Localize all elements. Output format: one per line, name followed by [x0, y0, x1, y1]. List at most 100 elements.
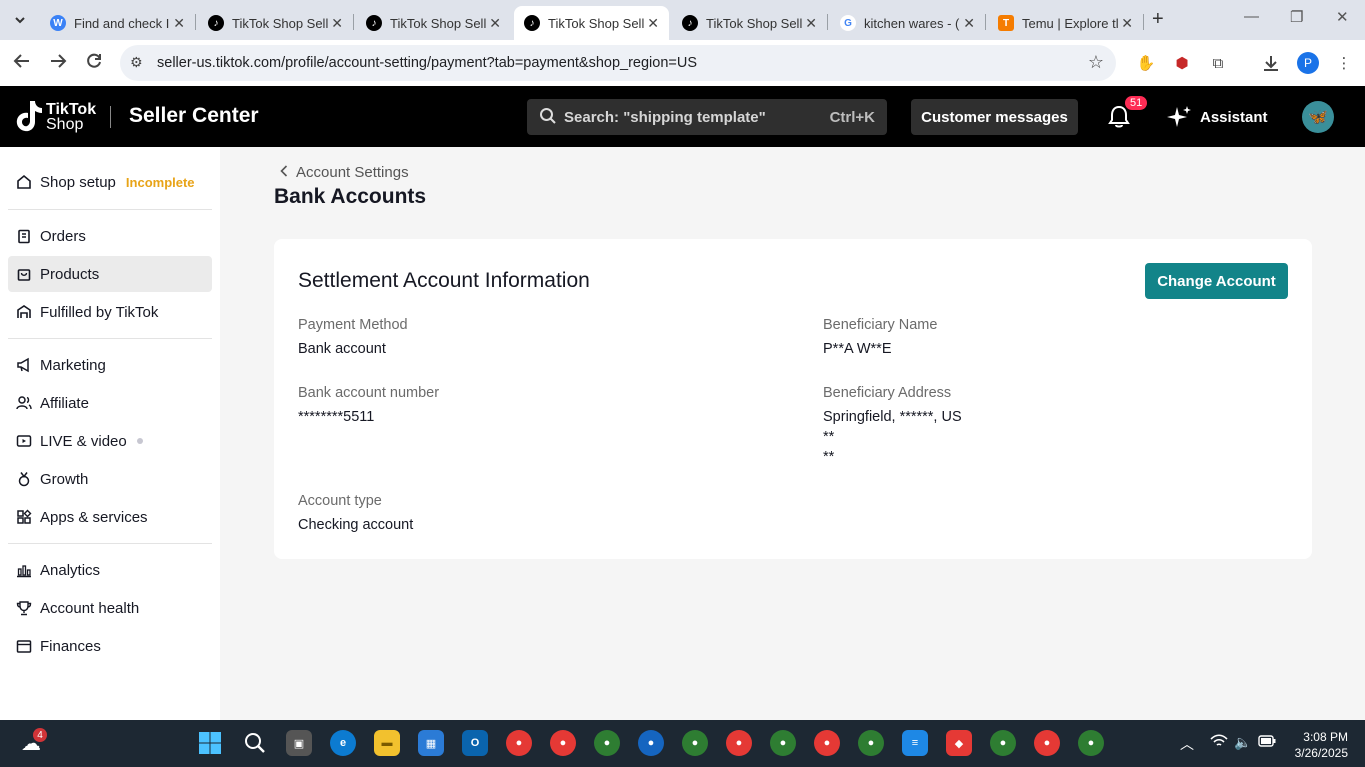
beneficiary-address-line-1: Springfield, ******, US: [823, 409, 962, 425]
assistant-button[interactable]: Assistant: [1200, 109, 1268, 126]
close-icon[interactable]: ✕: [647, 15, 659, 32]
address-bar[interactable]: ⚙ seller-us.tiktok.com/profile/account-s…: [120, 45, 1116, 81]
browser-menu-icon[interactable]: ⋮: [1333, 52, 1355, 74]
chrome-profile-icon[interactable]: ●: [1078, 730, 1104, 756]
site-info-icon[interactable]: ⚙: [130, 54, 143, 71]
sidebar-item-affiliate[interactable]: Affiliate: [8, 385, 212, 421]
restore-icon[interactable]: ❐: [1290, 8, 1303, 26]
tiktok-logo-icon[interactable]: [15, 99, 43, 133]
account-type-label: Account type: [298, 493, 382, 509]
windows-start-icon[interactable]: [197, 730, 223, 756]
browser-tab[interactable]: ♪ TikTok Shop Sell ✕: [672, 6, 827, 40]
browser-tab[interactable]: W Find and check I ✕: [40, 6, 195, 40]
chrome-icon[interactable]: ●: [550, 730, 576, 756]
tab-title: kitchen wares - (: [864, 15, 960, 31]
chrome-icon[interactable]: ●: [594, 730, 620, 756]
microsoft-store-icon[interactable]: ▦: [418, 730, 444, 756]
beneficiary-name-value: P**A W**E: [823, 341, 892, 357]
extensions-puzzle-icon[interactable]: ⧉: [1207, 52, 1229, 74]
extension-icon[interactable]: ⬢: [1171, 52, 1193, 74]
sidebar: Shop setup Incomplete Orders Products Fu…: [0, 147, 220, 720]
chrome-icon[interactable]: ●: [638, 730, 664, 756]
customer-messages-button[interactable]: Customer messages: [911, 99, 1078, 135]
sidebar-item-apps-services[interactable]: Apps & services: [8, 499, 212, 535]
window-close-icon[interactable]: ✕: [1336, 8, 1349, 26]
close-icon[interactable]: ✕: [963, 15, 975, 32]
file-explorer-icon[interactable]: ▬: [374, 730, 400, 756]
global-search-input[interactable]: Search: "shipping template" Ctrl+K: [527, 99, 887, 135]
new-tab-plus-icon[interactable]: +: [1152, 8, 1164, 31]
minimize-icon[interactable]: —: [1244, 8, 1259, 25]
close-icon[interactable]: ✕: [489, 15, 501, 32]
browser-toolbar: ⚙ seller-us.tiktok.com/profile/account-s…: [0, 40, 1365, 86]
system-clock[interactable]: 3:08 PM 3/26/2025: [1290, 729, 1348, 761]
sidebar-item-analytics[interactable]: Analytics: [8, 552, 212, 588]
close-icon[interactable]: ✕: [173, 15, 185, 32]
search-shortcut: Ctrl+K: [829, 109, 875, 126]
outlook-icon[interactable]: O: [462, 730, 488, 756]
close-icon[interactable]: ✕: [805, 15, 817, 32]
bank-account-number-value: ********5511: [298, 409, 375, 425]
bookmark-star-icon[interactable]: ☆: [1088, 52, 1104, 73]
chrome-profile-icon[interactable]: ●: [1034, 730, 1060, 756]
card-title: Settlement Account Information: [298, 269, 590, 292]
chrome-icon[interactable]: ●: [814, 730, 840, 756]
chrome-icon[interactable]: ●: [770, 730, 796, 756]
sidebar-item-orders[interactable]: Orders: [8, 218, 212, 254]
chevron-down-icon: [15, 17, 25, 24]
browser-profile-avatar[interactable]: P: [1297, 52, 1319, 74]
browser-tab[interactable]: G kitchen wares - ( ✕: [830, 6, 985, 40]
url-text: seller-us.tiktok.com/profile/account-set…: [157, 55, 698, 71]
extension-hand-icon[interactable]: ✋: [1135, 52, 1157, 74]
browser-tab[interactable]: T Temu | Explore tl ✕: [988, 6, 1143, 40]
task-view-icon[interactable]: ▣: [286, 730, 312, 756]
notepad-icon[interactable]: ≡: [902, 730, 928, 756]
change-account-button[interactable]: Change Account: [1145, 263, 1288, 299]
chrome-icon[interactable]: ●: [726, 730, 752, 756]
page-title: Bank Accounts: [274, 185, 427, 208]
chrome-icon[interactable]: ●: [858, 730, 884, 756]
sidebar-item-marketing[interactable]: Marketing: [8, 347, 212, 383]
tiktok-logo-icon: ♪: [366, 15, 382, 31]
tab-search-button[interactable]: [8, 8, 32, 32]
tiktok-logo-icon: ♪: [208, 15, 224, 31]
browser-tab-active[interactable]: ♪ TikTok Shop Sell ✕: [514, 6, 669, 40]
close-icon[interactable]: ✕: [331, 15, 343, 32]
app-icon[interactable]: ◆: [946, 730, 972, 756]
sidebar-item-label: Account health: [40, 599, 140, 617]
chrome-profile-icon[interactable]: ●: [990, 730, 1016, 756]
download-icon[interactable]: [1260, 52, 1282, 74]
search-placeholder: Search: "shipping template": [564, 109, 766, 126]
sidebar-item-fulfilled-by-tiktok[interactable]: Fulfilled by TikTok: [8, 294, 212, 330]
forward-arrow-icon[interactable]: [49, 52, 67, 75]
tiktok-shop-logo-text[interactable]: TikTok Shop: [46, 102, 96, 133]
weather-badge: 4: [33, 728, 47, 742]
breadcrumb[interactable]: Account Settings: [280, 164, 409, 181]
avatar[interactable]: 🦋: [1302, 101, 1334, 133]
sidebar-item-shop-setup[interactable]: Shop setup Incomplete: [8, 164, 212, 200]
sparkle-icon[interactable]: [1166, 104, 1192, 130]
chrome-icon[interactable]: ●: [682, 730, 708, 756]
payment-method-value: Bank account: [298, 341, 386, 357]
tiktok-logo-icon: ♪: [524, 15, 540, 31]
sidebar-item-products[interactable]: Products: [8, 256, 212, 292]
battery-icon[interactable]: [1258, 734, 1276, 750]
wifi-icon[interactable]: [1210, 734, 1228, 751]
browser-tab[interactable]: ♪ TikTok Shop Sell ✕: [198, 6, 353, 40]
trophy-icon: [16, 600, 32, 616]
edge-browser-icon[interactable]: e: [330, 730, 356, 756]
speaker-icon[interactable]: 🔈: [1234, 734, 1251, 751]
sidebar-item-finances[interactable]: Finances: [8, 628, 212, 664]
sidebar-item-label: Fulfilled by TikTok: [40, 303, 159, 321]
close-icon[interactable]: ✕: [1121, 15, 1133, 32]
chevron-up-icon[interactable]: ︿: [1180, 734, 1194, 754]
browser-tab[interactable]: ♪ TikTok Shop Sell ✕: [356, 6, 511, 40]
chrome-icon[interactable]: ●: [506, 730, 532, 756]
sidebar-item-account-health[interactable]: Account health: [8, 590, 212, 626]
sidebar-item-live-video[interactable]: LIVE & video: [8, 423, 212, 459]
back-arrow-icon[interactable]: [13, 52, 31, 75]
reload-icon[interactable]: [85, 52, 103, 75]
search-icon[interactable]: [242, 730, 268, 756]
sidebar-item-label: LIVE & video: [40, 432, 127, 450]
sidebar-item-growth[interactable]: Growth: [8, 461, 212, 497]
